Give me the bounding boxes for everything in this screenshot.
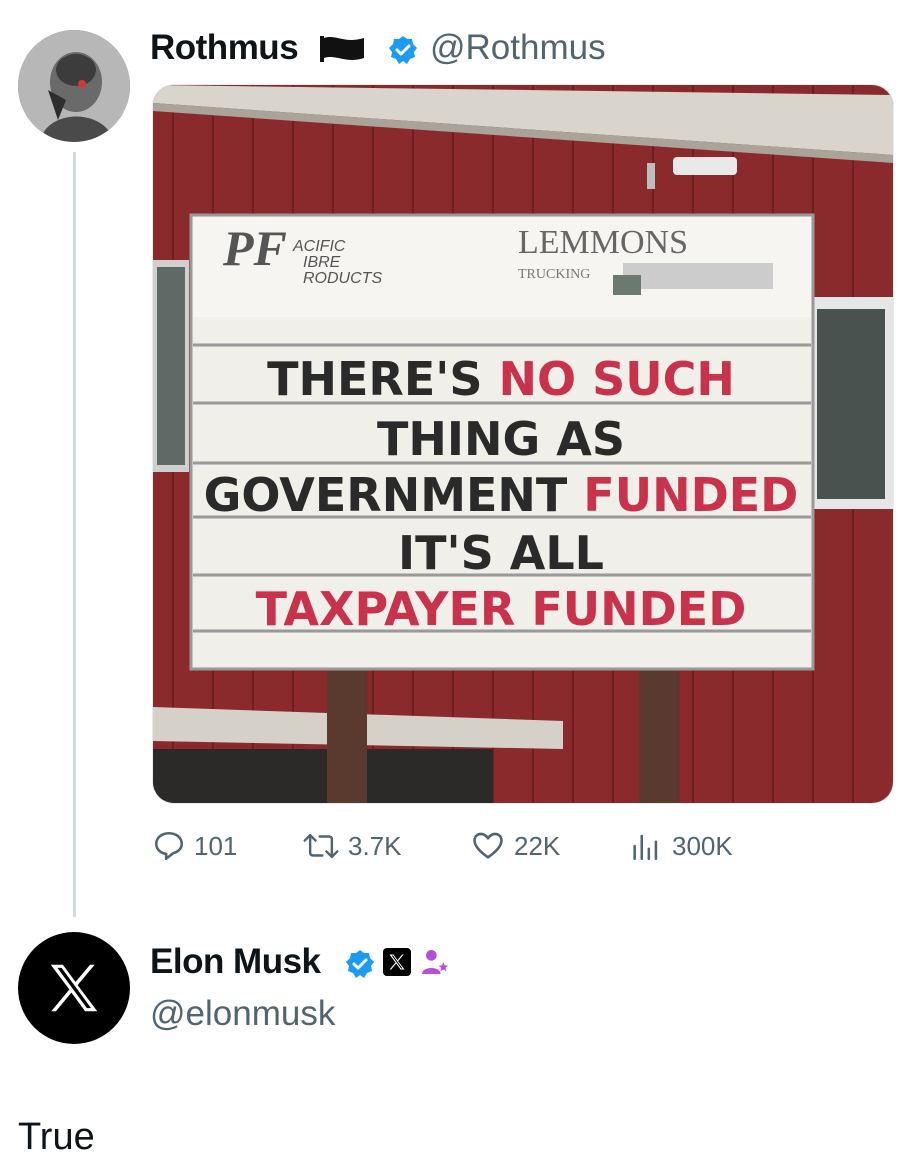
reply-count: 101	[194, 830, 238, 861]
reply-text: True	[18, 1116, 95, 1158]
sign-line-5: TAXPAYER FUNDED	[256, 582, 747, 636]
x-affiliate-badge-icon	[383, 948, 411, 976]
thread-connector-line	[73, 152, 76, 917]
sign-line-4: IT'S ALL	[398, 526, 604, 580]
verified-badge-icon	[389, 36, 417, 64]
repost-button[interactable]: 3.7K	[302, 826, 402, 866]
sign-line-2: THING AS	[377, 412, 625, 466]
black-flag-icon	[320, 36, 364, 62]
views-chart-icon	[633, 834, 658, 861]
svg-text:RODUCTS: RODUCTS	[303, 270, 382, 287]
like-count: 22K	[514, 830, 561, 861]
reply-button[interactable]: 101	[152, 826, 237, 866]
like-button[interactable]: 22K	[470, 826, 560, 866]
sign-line-1: THERE'S NO SUCH	[267, 352, 735, 406]
svg-text:ACIFIC: ACIFIC	[292, 238, 346, 255]
tweet-photo[interactable]: PF ACIFIC IBRE RODUCTS LEMMONS TRUCKING …	[152, 84, 894, 804]
sign-line-3: GOVERNMENT FUNDED	[204, 468, 799, 522]
svg-text:TRUCKING: TRUCKING	[518, 267, 590, 282]
svg-text:IBRE: IBRE	[303, 254, 341, 271]
views-button[interactable]: 300K	[628, 826, 733, 866]
elon-avatar[interactable]	[18, 932, 130, 1044]
author-name[interactable]: Rothmus	[150, 28, 299, 68]
reply-author-name[interactable]: Elon Musk	[150, 942, 321, 982]
affiliate-person-icon	[422, 950, 448, 974]
rothmus-avatar[interactable]	[18, 30, 130, 142]
author-handle[interactable]: @Rothmus	[430, 28, 606, 68]
x-logo-icon	[50, 964, 98, 1012]
reply-author-handle[interactable]: @elonmusk	[150, 994, 335, 1034]
reply-icon	[154, 831, 184, 861]
views-count: 300K	[672, 830, 733, 861]
verified-badge-icon	[346, 950, 374, 978]
lemmons-logo: LEMMONS	[518, 224, 688, 261]
repost-icon	[303, 833, 339, 859]
pacific-fibre-logo: PF	[222, 220, 287, 276]
repost-count: 3.7K	[348, 830, 402, 861]
heart-icon	[473, 832, 503, 859]
